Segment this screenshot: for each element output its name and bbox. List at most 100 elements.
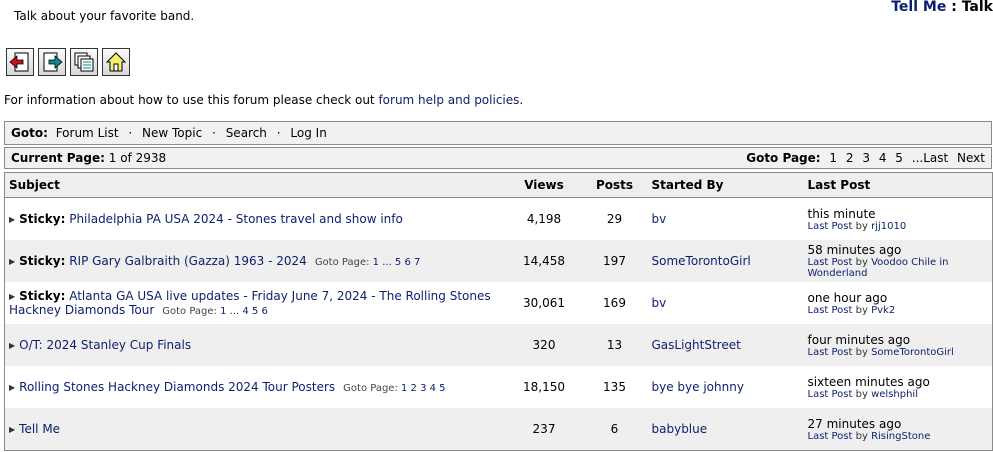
table-row: ▶ Sticky: Philadelphia PA USA 2024 - Ston… xyxy=(5,198,993,241)
topic-views: 18,150 xyxy=(523,380,565,394)
topic-arrow-icon: ▶ xyxy=(9,215,16,224)
topic-starter-cell: GasLightStreet xyxy=(647,324,804,366)
last-poster-link[interactable]: SomeTorontoGirl xyxy=(871,347,954,358)
topic-views: 30,061 xyxy=(523,296,565,310)
last-post-link[interactable]: Last Post xyxy=(808,221,853,232)
topic-views: 4,198 xyxy=(526,212,562,226)
topic-goto-pages: Goto Page: 1 ... 4 5 6 xyxy=(162,306,268,317)
last-post-link[interactable]: Last Post xyxy=(808,389,853,400)
last-post-link[interactable]: Last Post xyxy=(808,347,853,358)
topic-starter-link[interactable]: GasLightStreet xyxy=(652,338,741,352)
topic-posts: 197 xyxy=(581,240,648,282)
goto-page-links: Goto Page: 1 2 3 4 5 ...Last Next xyxy=(746,151,985,165)
page-link-5[interactable]: 5 xyxy=(895,151,903,165)
topic-arrow-icon: ▶ xyxy=(9,425,16,434)
last-poster-link[interactable]: welshphil xyxy=(871,389,918,400)
last-post-time: four minutes ago xyxy=(807,332,911,347)
current-page-info: Current Page: 1 of 2938 xyxy=(11,151,166,165)
topic-arrow-icon: ▶ xyxy=(9,383,16,392)
topic-list-table: Subject Views Posts Started By Last Post… xyxy=(4,172,993,451)
by-word: by xyxy=(855,220,868,232)
forward-arrow-icon[interactable] xyxy=(38,48,66,76)
nav-separator: · xyxy=(276,126,281,140)
nav-log-in[interactable]: Log In xyxy=(290,126,326,140)
topic-goto-pages: Goto Page: 1 ... 5 6 7 xyxy=(315,257,421,268)
last-poster-link[interactable]: RisingStone xyxy=(871,431,930,442)
topic-starter-link[interactable]: babyblue xyxy=(652,422,708,436)
goto-page-label: Goto Page: xyxy=(162,306,217,317)
topic-starter-link[interactable]: bv xyxy=(652,212,667,226)
last-post-byline: Last Post by Pvk2 xyxy=(808,305,989,316)
topic-title-link[interactable]: RIP Gary Galbraith (Gazza) 1963 - 2024 xyxy=(69,254,307,268)
page-link-1: 1 xyxy=(829,151,838,165)
topic-subject-cell: ▶ Sticky: Philadelphia PA USA 2024 - Ston… xyxy=(5,198,507,241)
topic-title-link[interactable]: Tell Me xyxy=(19,422,60,436)
goto-page-label: Goto Page: xyxy=(746,151,821,165)
nav-new-topic[interactable]: New Topic xyxy=(142,126,202,140)
topic-title-link[interactable]: Philadelphia PA USA 2024 - Stones travel… xyxy=(69,212,403,226)
back-arrow-icon[interactable] xyxy=(6,48,34,76)
topic-title-link[interactable]: Rolling Stones Hackney Diamonds 2024 Tou… xyxy=(19,380,335,394)
topic-views: 320 xyxy=(506,324,582,366)
topic-starter-cell: bye bye johnny xyxy=(648,366,804,408)
topic-starter-link[interactable]: SomeTorontoGirl xyxy=(652,254,751,268)
topic-page-links[interactable]: 1 ... 5 6 7 xyxy=(373,257,421,268)
forum-help-link[interactable]: forum help and policies xyxy=(378,93,519,107)
last-post-cell: one hour ago Last Post by Pvk2 xyxy=(804,282,993,324)
by-word: by xyxy=(855,346,868,358)
home-icon[interactable] xyxy=(102,48,130,76)
forum-help-notice: For information about how to use this fo… xyxy=(4,93,523,107)
list-pages-icon[interactable] xyxy=(70,48,98,76)
nav-forum-list[interactable]: Forum List xyxy=(56,126,119,140)
page-link-4[interactable]: 4 xyxy=(879,151,887,165)
current-page-label: Current Page: xyxy=(11,151,105,165)
topic-goto-pages: Goto Page: 1 2 3 4 5 xyxy=(343,383,445,394)
total-pages: 2938 xyxy=(135,151,167,165)
last-post-link[interactable]: Last Post xyxy=(808,431,853,442)
goto-navigation-bar: Goto: Forum List · New Topic · Search · … xyxy=(4,121,992,145)
topic-starter-link[interactable]: bye bye johnny xyxy=(652,380,744,394)
page-link-next[interactable]: Next xyxy=(957,151,985,165)
page-link-3[interactable]: 3 xyxy=(862,151,870,165)
topic-starter-link[interactable]: bv xyxy=(652,296,667,310)
topic-starter-cell: babyblue xyxy=(647,408,804,451)
goto-page-label: Goto Page: xyxy=(314,257,370,268)
last-post-cell: this minute Last Post by rjj1010 xyxy=(804,198,993,241)
topic-starter-cell: bv xyxy=(648,198,804,241)
by-word: by xyxy=(855,257,868,268)
topic-starter-cell: SomeTorontoGirl xyxy=(647,240,804,282)
page-link-last[interactable]: ...Last xyxy=(912,151,948,165)
table-row: ▶ Sticky: RIP Gary Galbraith (Gazza) 1963… xyxy=(4,240,993,282)
last-post-byline: Last Post by RisingStone xyxy=(808,431,989,442)
site-name-link[interactable]: Tell Me xyxy=(891,0,946,15)
last-poster-link[interactable]: rjj1010 xyxy=(871,221,906,232)
topic-subject-cell: ▶ Sticky: RIP Gary Galbraith (Gazza) 1963… xyxy=(4,240,507,282)
topic-title-link[interactable]: O/T: 2024 Stanley Cup Finals xyxy=(19,338,191,352)
topic-posts: 169 xyxy=(603,296,626,310)
nav-search[interactable]: Search xyxy=(226,126,267,140)
table-row: ▶ Sticky: Atlanta GA USA live updates - F… xyxy=(5,282,993,324)
last-post-time: 58 minutes ago xyxy=(807,243,902,257)
last-poster-link[interactable]: Pvk2 xyxy=(871,305,895,316)
last-post-link[interactable]: Last Post xyxy=(808,305,853,316)
by-word: by xyxy=(855,430,868,442)
breadcrumb-separator: : xyxy=(951,0,957,15)
page-link-2[interactable]: 2 xyxy=(846,151,854,165)
topic-page-links[interactable]: 1 2 3 4 5 xyxy=(401,383,446,394)
forum-toolbar xyxy=(6,48,130,76)
header-last-post: Last Post xyxy=(803,172,993,198)
topic-posts: 29 xyxy=(606,212,623,226)
by-word: by xyxy=(855,388,868,400)
last-post-cell: 27 minutes ago Last Post by RisingStone xyxy=(803,408,993,451)
topic-views: 237 xyxy=(506,408,582,451)
last-post-time: 27 minutes ago xyxy=(807,416,902,431)
last-post-link[interactable]: Last Post xyxy=(808,257,853,268)
last-post-byline: Last Post by Voodoo Chile in Wonderland xyxy=(808,257,989,279)
table-row: ▶ Tell Me 237 6 babyblue 27 minutes ago La… xyxy=(4,408,993,451)
goto-label: Goto: xyxy=(11,126,48,140)
topic-page-links[interactable]: 1 ... 4 5 6 xyxy=(220,306,268,317)
topic-arrow-icon: ▶ xyxy=(9,341,16,350)
last-post-time: one hour ago xyxy=(807,290,888,305)
forum-breadcrumb: Tell Me : Talk xyxy=(891,0,993,15)
forum-description: Talk about your favorite band. xyxy=(14,9,195,23)
